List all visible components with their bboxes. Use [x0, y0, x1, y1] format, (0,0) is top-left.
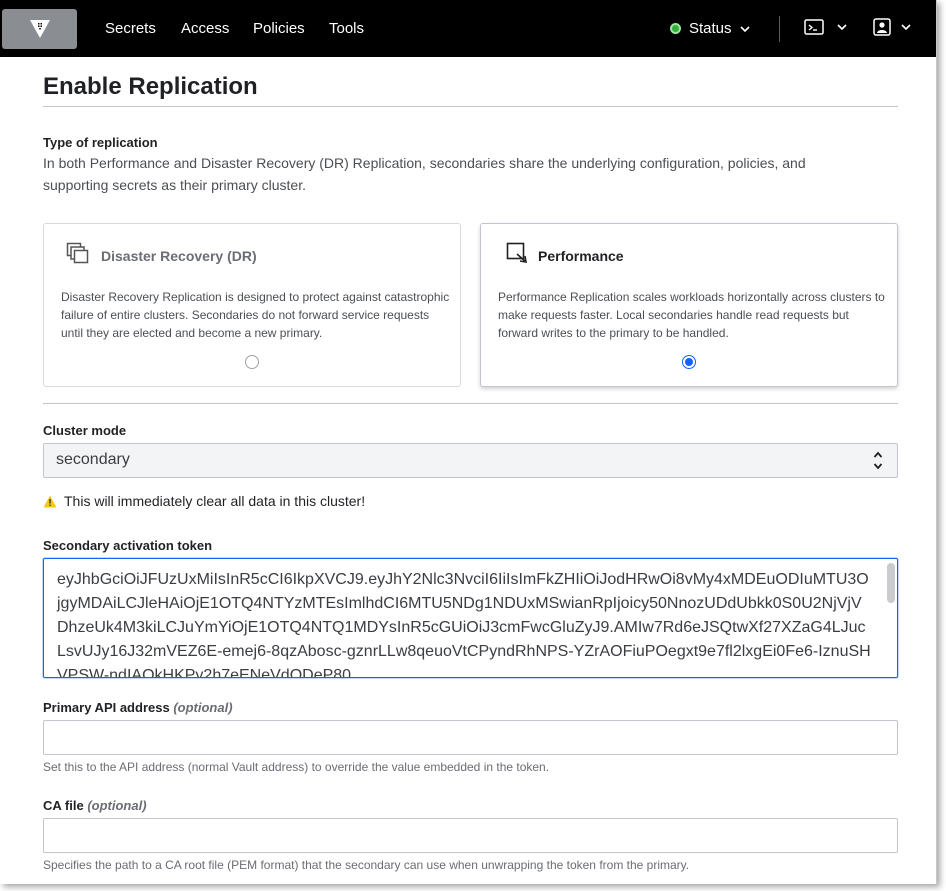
title-divider — [43, 106, 898, 107]
user-menu-button[interactable] — [873, 18, 911, 36]
dr-option-title: Disaster Recovery (DR) — [101, 248, 257, 264]
primary-api-input[interactable] — [43, 720, 898, 755]
replication-type-description: In both Performance and Disaster Recover… — [43, 155, 806, 193]
activation-token-value: eyJhbGciOiJFUzUxMiIsInR5cCI6IkpXVCJ9.eyJ… — [57, 571, 871, 678]
page-title: Enable Replication — [43, 73, 258, 100]
top-nav: Secrets Access Policies Tools Status — [0, 0, 936, 57]
cluster-mode-warning: This will immediately clear all data in … — [43, 493, 365, 509]
chevron-down-icon — [837, 24, 847, 30]
ca-file-optional: (optional) — [87, 798, 147, 813]
ca-file-label: CA file (optional) — [43, 798, 147, 813]
primary-api-label: Primary API address (optional) — [43, 700, 233, 715]
status-menu[interactable]: Status — [670, 20, 750, 37]
vault-logo-icon[interactable] — [2, 9, 77, 49]
ca-file-input[interactable] — [43, 818, 898, 853]
performance-radio[interactable] — [682, 355, 696, 369]
performance-option-card[interactable]: Performance Performance Replication scal… — [480, 223, 898, 387]
activation-token-textarea[interactable]: eyJhbGciOiJFUzUxMiIsInR5cCI6IkpXVCJ9.eyJ… — [43, 558, 898, 678]
dr-radio[interactable] — [245, 355, 259, 369]
nav-secrets[interactable]: Secrets — [105, 20, 156, 37]
user-icon — [873, 18, 891, 36]
performance-option-text: Performance Replication scales workloads… — [498, 290, 885, 340]
status-label: Status — [689, 20, 732, 37]
nav-access[interactable]: Access — [181, 20, 229, 37]
warning-text: This will immediately clear all data in … — [64, 493, 366, 509]
chevron-down-icon — [739, 25, 750, 32]
warning-icon — [43, 495, 57, 507]
ca-file-label-text: CA file — [43, 798, 84, 813]
speed-icon — [506, 242, 527, 263]
nav-policies[interactable]: Policies — [253, 20, 305, 37]
dr-option-card[interactable]: Disaster Recovery (DR) Disaster Recovery… — [43, 223, 461, 387]
console-toggle-button[interactable] — [804, 18, 847, 36]
copy-icon — [66, 242, 89, 264]
replication-type-label: Type of replication — [43, 135, 158, 150]
cluster-mode-select[interactable]: secondary — [43, 443, 898, 478]
browser-frame: Secrets Access Policies Tools Status Ena… — [0, 0, 937, 884]
dr-option-text: Disaster Recovery Replication is designe… — [61, 290, 450, 340]
ca-file-help: Specifies the path to a CA root file (PE… — [43, 858, 690, 872]
nav-tools[interactable]: Tools — [329, 20, 364, 37]
primary-api-label-text: Primary API address — [43, 700, 170, 715]
cluster-mode-value: secondary — [56, 451, 130, 468]
cluster-mode-label: Cluster mode — [43, 423, 127, 438]
performance-option-title: Performance — [538, 248, 624, 264]
section-divider — [43, 403, 898, 404]
status-dot-icon — [670, 23, 681, 34]
primary-api-help: Set this to the API address (normal Vaul… — [43, 760, 550, 774]
textarea-scrollbar[interactable] — [887, 563, 895, 603]
select-arrows-icon — [873, 450, 883, 475]
nav-divider — [779, 16, 780, 42]
activation-token-label: Secondary activation token — [43, 538, 213, 553]
terminal-icon — [804, 19, 824, 35]
primary-api-optional: (optional) — [173, 700, 233, 715]
chevron-down-icon — [901, 24, 911, 30]
